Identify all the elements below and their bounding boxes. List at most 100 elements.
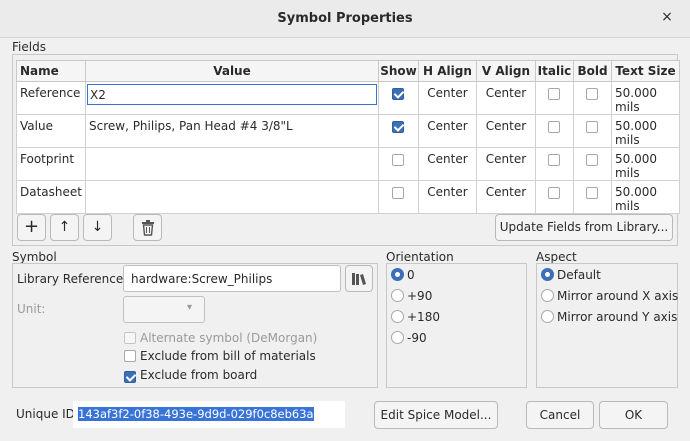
aspect-group-label: Aspect (536, 250, 577, 264)
show-cell[interactable] (377, 147, 419, 181)
field-value-cell[interactable]: X2 (84, 81, 379, 115)
textsize-cell[interactable]: 50.000 mils (610, 180, 680, 214)
unit-select[interactable]: ▾ (123, 296, 205, 323)
chevron-down-icon: ▾ (187, 302, 193, 313)
fields-grid: Name Value Show H Align V Align Italic B… (16, 60, 680, 214)
valign-cell[interactable]: Center (475, 147, 536, 181)
halign-cell[interactable]: Center (417, 180, 477, 214)
unit-label: Unit: (17, 302, 46, 316)
bold-cell[interactable] (572, 114, 612, 148)
field-value-cell[interactable] (84, 180, 379, 214)
exclude-bom-checkbox[interactable] (124, 350, 136, 362)
halign-cell[interactable]: Center (417, 81, 477, 115)
italic-checkbox[interactable] (548, 87, 561, 100)
aspect-label-mirror-x: Mirror around X axis (557, 289, 679, 303)
col-bold[interactable]: Bold (572, 60, 612, 82)
exclude-bom-label: Exclude from bill of materials (140, 349, 316, 363)
update-fields-button[interactable]: Update Fields from Library... (495, 214, 673, 241)
col-italic[interactable]: Italic (534, 60, 574, 82)
orientation-label-neg90: -90 (407, 331, 427, 345)
unique-id-label: Unique ID: (16, 407, 79, 421)
field-name-cell[interactable]: Datasheet (16, 180, 86, 214)
aspect-label-default: Default (557, 268, 601, 282)
show-checkbox[interactable] (392, 120, 405, 133)
orientation-radio-90[interactable] (391, 289, 404, 302)
show-cell[interactable] (377, 81, 419, 115)
field-value-cell[interactable]: Screw, Philips, Pan Head #4 3/8"L (84, 114, 379, 148)
bold-cell[interactable] (572, 81, 612, 115)
col-show[interactable]: Show (377, 60, 419, 82)
aspect-radio-mirror-x[interactable] (541, 289, 554, 302)
orientation-radio-180[interactable] (391, 310, 404, 323)
italic-cell[interactable] (534, 114, 574, 148)
show-cell[interactable] (377, 114, 419, 148)
unique-id-value[interactable]: 143af3f2-0f38-493e-9d9d-029f0c8eb63a (78, 407, 314, 421)
aspect-radio-mirror-y[interactable] (541, 310, 554, 323)
browse-library-button[interactable] (345, 265, 373, 292)
move-down-button[interactable]: ↓ (83, 214, 112, 241)
halign-cell[interactable]: Center (417, 147, 477, 181)
show-checkbox[interactable] (392, 87, 405, 100)
orientation-radio-0[interactable] (391, 268, 404, 281)
italic-checkbox[interactable] (548, 186, 561, 199)
table-row[interactable]: Reference X2 Center Center 50.000 mils (16, 81, 680, 115)
show-cell[interactable] (377, 180, 419, 214)
unique-id-field[interactable]: 143af3f2-0f38-493e-9d9d-029f0c8eb63a (73, 401, 345, 428)
col-textsize[interactable]: Text Size (610, 60, 680, 82)
reference-editor[interactable]: X2 (86, 84, 377, 105)
col-valign[interactable]: V Align (475, 60, 536, 82)
exclude-board-checkbox[interactable] (124, 370, 136, 383)
italic-cell[interactable] (534, 180, 574, 214)
window-title: Symbol Properties (277, 11, 413, 26)
italic-cell[interactable] (534, 147, 574, 181)
valign-cell[interactable]: Center (475, 114, 536, 148)
orientation-label-90: +90 (407, 289, 433, 303)
field-name-cell[interactable]: Value (16, 114, 86, 148)
table-row[interactable]: Footprint Center Center 50.000 mils (16, 147, 680, 181)
valign-cell[interactable]: Center (475, 180, 536, 214)
aspect-label-mirror-y: Mirror around Y axis (557, 310, 678, 324)
textsize-cell[interactable]: 50.000 mils (610, 81, 680, 115)
trash-icon (141, 220, 154, 236)
valign-cell[interactable]: Center (475, 81, 536, 115)
halign-cell[interactable]: Center (417, 114, 477, 148)
bold-cell[interactable] (572, 147, 612, 181)
delete-field-button[interactable] (133, 214, 162, 241)
orientation-group-label: Orientation (386, 250, 454, 264)
orientation-radio-neg90[interactable] (391, 331, 404, 344)
field-name-cell[interactable]: Reference (16, 81, 86, 115)
italic-checkbox[interactable] (548, 120, 561, 133)
field-name-cell[interactable]: Footprint (16, 147, 86, 181)
bold-checkbox[interactable] (586, 120, 599, 133)
alternate-label: Alternate symbol (DeMorgan) (140, 331, 318, 345)
textsize-cell[interactable]: 50.000 mils (610, 114, 680, 148)
show-checkbox[interactable] (392, 186, 405, 199)
field-value-cell[interactable] (84, 147, 379, 181)
move-up-button[interactable]: ↑ (50, 214, 79, 241)
bold-cell[interactable] (572, 180, 612, 214)
library-icon (352, 273, 366, 285)
alternate-checkbox[interactable] (124, 332, 136, 344)
orientation-label-0: 0 (407, 268, 415, 282)
italic-cell[interactable] (534, 81, 574, 115)
close-icon[interactable]: × (660, 9, 674, 25)
add-field-button[interactable]: + (17, 214, 46, 241)
italic-checkbox[interactable] (548, 153, 561, 166)
bold-checkbox[interactable] (586, 87, 599, 100)
col-value[interactable]: Value (84, 60, 379, 82)
lib-ref-input[interactable]: hardware:Screw_Philips (123, 265, 341, 292)
lib-ref-label: Library Reference: (17, 272, 128, 286)
cancel-button[interactable]: Cancel (526, 401, 594, 429)
table-row[interactable]: Datasheet Center Center 50.000 mils (16, 180, 680, 214)
col-halign[interactable]: H Align (417, 60, 477, 82)
textsize-cell[interactable]: 50.000 mils (610, 147, 680, 181)
bold-checkbox[interactable] (586, 153, 599, 166)
symbol-group-label: Symbol (12, 250, 57, 264)
table-row[interactable]: Value Screw, Philips, Pan Head #4 3/8"L … (16, 114, 680, 148)
edit-spice-model-button[interactable]: Edit Spice Model... (374, 401, 498, 429)
ok-button[interactable]: OK (599, 401, 668, 429)
aspect-radio-default[interactable] (541, 268, 554, 281)
show-checkbox[interactable] (392, 153, 405, 166)
bold-checkbox[interactable] (586, 186, 599, 199)
col-name[interactable]: Name (16, 60, 86, 82)
